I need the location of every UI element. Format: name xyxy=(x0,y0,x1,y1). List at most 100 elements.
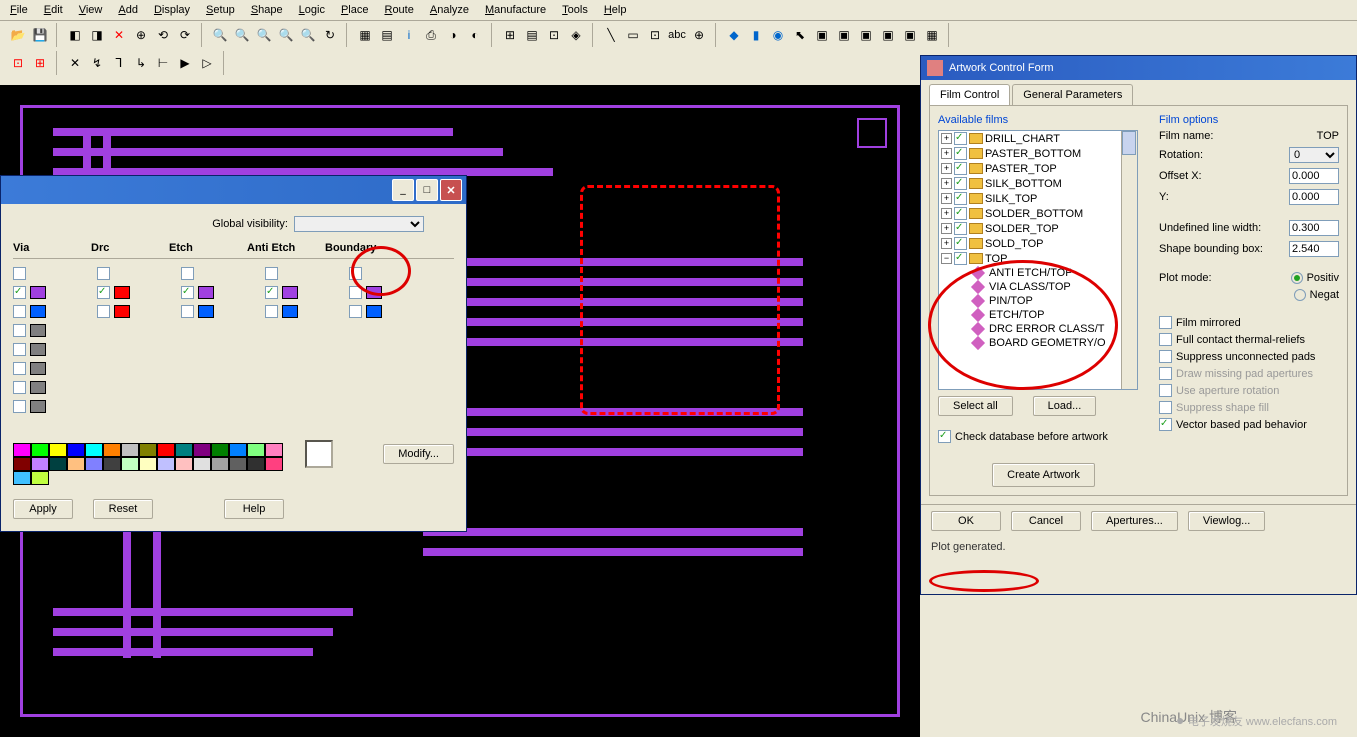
cursor-icon[interactable]: ⬉ xyxy=(790,25,810,45)
film-item[interactable]: +PASTER_BOTTOM xyxy=(939,146,1137,161)
palette-color[interactable] xyxy=(67,457,85,471)
film-checkbox[interactable] xyxy=(954,177,967,190)
menu-analyze[interactable]: Analyze xyxy=(424,2,475,18)
plot-negative-radio[interactable] xyxy=(1294,289,1306,301)
tool-icon[interactable]: ⎙ xyxy=(421,25,441,45)
offset-x-input[interactable] xyxy=(1289,168,1339,184)
vis-checkbox[interactable] xyxy=(13,324,26,337)
scrollbar[interactable] xyxy=(1121,131,1137,389)
film-item[interactable]: +SILK_BOTTOM xyxy=(939,176,1137,191)
vis-checkbox[interactable] xyxy=(265,286,278,299)
film-checkbox[interactable] xyxy=(954,132,967,145)
open-icon[interactable]: 📂 xyxy=(8,25,28,45)
palette-color[interactable] xyxy=(13,457,31,471)
palette-color[interactable] xyxy=(103,443,121,457)
color-swatch[interactable] xyxy=(366,305,382,318)
rotation-select[interactable]: 0 xyxy=(1289,147,1339,163)
minimize-button[interactable]: _ xyxy=(392,179,414,201)
film-item[interactable]: +SOLDER_TOP xyxy=(939,221,1137,236)
tool-icon[interactable]: ◆ xyxy=(724,25,744,45)
menu-help[interactable]: Help xyxy=(598,2,633,18)
shape-bbox-input[interactable] xyxy=(1289,241,1339,257)
route-icon[interactable]: ▶ xyxy=(175,53,195,73)
vis-checkbox[interactable] xyxy=(97,286,110,299)
expand-icon[interactable]: + xyxy=(941,238,952,249)
tool-icon[interactable]: ⊞ xyxy=(30,53,50,73)
menu-logic[interactable]: Logic xyxy=(293,2,331,18)
route-icon[interactable]: ⅂ xyxy=(109,53,129,73)
film-item[interactable]: +PASTER_TOP xyxy=(939,161,1137,176)
text-icon[interactable]: abc xyxy=(667,25,687,45)
info-icon[interactable]: i xyxy=(399,25,419,45)
palette-color[interactable] xyxy=(49,457,67,471)
tool-icon[interactable]: ▦ xyxy=(922,25,942,45)
palette-color[interactable] xyxy=(229,443,247,457)
palette-color[interactable] xyxy=(49,443,67,457)
titlebar[interactable]: _ □ ✕ xyxy=(1,176,466,204)
palette-color[interactable] xyxy=(193,443,211,457)
menu-route[interactable]: Route xyxy=(378,2,419,18)
vis-checkbox[interactable] xyxy=(13,400,26,413)
suppress-pads-checkbox[interactable] xyxy=(1159,350,1172,363)
tool-icon[interactable]: ✕ xyxy=(109,25,129,45)
tool-icon[interactable]: ⊡ xyxy=(544,25,564,45)
film-checkbox[interactable] xyxy=(954,207,967,220)
tool-icon[interactable]: ⊡ xyxy=(8,53,28,73)
tool-icon[interactable]: ▣ xyxy=(812,25,832,45)
color-icon[interactable]: ▦ xyxy=(355,25,375,45)
vis-checkbox[interactable] xyxy=(265,305,278,318)
palette-color[interactable] xyxy=(67,443,85,457)
palette-color[interactable] xyxy=(121,443,139,457)
vis-checkbox[interactable] xyxy=(97,267,110,280)
palette-color[interactable] xyxy=(85,457,103,471)
route-icon[interactable]: ↯ xyxy=(87,53,107,73)
route-icon[interactable]: ↳ xyxy=(131,53,151,73)
cancel-button[interactable]: Cancel xyxy=(1011,511,1081,531)
modify-button[interactable]: Modify... xyxy=(383,444,454,464)
layer-icon[interactable]: ▤ xyxy=(377,25,397,45)
apertures-button[interactable]: Apertures... xyxy=(1091,511,1178,531)
expand-icon[interactable]: + xyxy=(941,223,952,234)
palette-color[interactable] xyxy=(247,457,265,471)
color-swatch[interactable] xyxy=(30,305,46,318)
thermal-relief-checkbox[interactable] xyxy=(1159,333,1172,346)
tool-icon[interactable]: ◐ xyxy=(465,25,485,45)
reset-button[interactable]: Reset xyxy=(93,499,153,519)
tool-icon[interactable]: ⟳ xyxy=(175,25,195,45)
color-swatch[interactable] xyxy=(30,324,46,337)
vis-checkbox[interactable] xyxy=(13,343,26,356)
expand-icon[interactable]: + xyxy=(941,163,952,174)
check-db-checkbox[interactable] xyxy=(938,430,951,443)
menu-edit[interactable]: Edit xyxy=(38,2,69,18)
menu-add[interactable]: Add xyxy=(112,2,144,18)
zoom-icon[interactable]: 🔍 xyxy=(232,25,252,45)
expand-icon[interactable]: + xyxy=(941,193,952,204)
film-checkbox[interactable] xyxy=(954,237,967,250)
save-icon[interactable]: 💾 xyxy=(30,25,50,45)
color-swatch[interactable] xyxy=(30,362,46,375)
tool-icon[interactable]: ⟲ xyxy=(153,25,173,45)
palette-color[interactable] xyxy=(175,443,193,457)
vector-pad-checkbox[interactable] xyxy=(1159,418,1172,431)
color-swatch[interactable] xyxy=(30,400,46,413)
palette-color[interactable] xyxy=(121,457,139,471)
tool-icon[interactable]: ◧ xyxy=(65,25,85,45)
color-swatch[interactable] xyxy=(30,381,46,394)
film-mirrored-checkbox[interactable] xyxy=(1159,316,1172,329)
color-swatch[interactable] xyxy=(282,305,298,318)
vis-checkbox[interactable] xyxy=(181,286,194,299)
menu-display[interactable]: Display xyxy=(148,2,196,18)
menu-file[interactable]: File xyxy=(4,2,34,18)
palette-color[interactable] xyxy=(265,457,283,471)
vis-checkbox[interactable] xyxy=(97,305,110,318)
tool-icon[interactable]: ▮ xyxy=(746,25,766,45)
palette-color[interactable] xyxy=(139,457,157,471)
film-item[interactable]: +SILK_TOP xyxy=(939,191,1137,206)
zoom-icon[interactable]: 🔍 xyxy=(276,25,296,45)
vis-checkbox[interactable] xyxy=(181,305,194,318)
palette-color[interactable] xyxy=(103,457,121,471)
film-checkbox[interactable] xyxy=(954,252,967,265)
vis-checkbox[interactable] xyxy=(181,267,194,280)
palette-color[interactable] xyxy=(247,443,265,457)
vis-checkbox[interactable] xyxy=(265,267,278,280)
